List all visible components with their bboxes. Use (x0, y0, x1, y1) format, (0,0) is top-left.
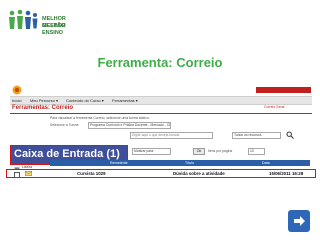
grid-header: Remetente Título Data (50, 160, 310, 166)
logo: MELHOR GESTÃO MELHOR ENSINO (6, 6, 66, 36)
table-row[interactable]: Cursista 1029 Dúvida sobre a atividade 1… (6, 169, 316, 178)
correio-geral-link[interactable]: Correio Geral (264, 105, 284, 109)
turma-select[interactable]: Programa Currículo e Prática Docente - M… (88, 122, 171, 129)
next-arrow-icon (294, 216, 305, 226)
row-date: 15/06/2011 16:28 (269, 171, 304, 176)
menu-ferramentas[interactable]: Ferramentas ▾ (112, 97, 138, 104)
menu-conteudo-do-curso[interactable]: Conteúdo do Curso ▾ (66, 97, 104, 104)
menu-meu-percurso[interactable]: Meu Percurso ▾ (30, 97, 58, 104)
mail-icon (25, 171, 32, 176)
items-per-page-label: Itens por página (208, 149, 233, 153)
row-sender: Cursista 1029 (77, 171, 106, 176)
search-icon[interactable] (286, 131, 294, 139)
row-subject[interactable]: Dúvida sobre a atividade (173, 170, 225, 177)
row-checkbox[interactable] (14, 171, 20, 178)
next-button[interactable] (288, 210, 310, 232)
turma-label: Selecione a Turma: (50, 123, 80, 127)
column-remetente[interactable]: Remetente (110, 160, 128, 166)
show-for-select[interactable]: Mostrar para (132, 148, 171, 155)
logo-line-2: MELHOR ENSINO (42, 23, 66, 36)
column-data[interactable]: Data (262, 160, 270, 166)
app-screenshot: Início Meu Percurso ▾ Conteúdo do Curso … (6, 85, 316, 195)
inbox-folder-text: Caixa de Entrada (1) (14, 148, 120, 160)
brand-bar (256, 87, 311, 93)
search-input[interactable]: Digite aqui o que deseja buscar (130, 132, 213, 139)
page-title: Ferramenta: Correio (97, 55, 223, 70)
search-filter-select[interactable]: Todos os recursos (232, 132, 281, 139)
items-per-page-select[interactable]: 10 (248, 148, 265, 155)
ok-button[interactable]: Ok (193, 148, 205, 155)
logo-people-icon (9, 9, 38, 29)
intro-text: Para visualizar a ferramenta Correio, se… (50, 116, 150, 120)
menu-bar: Início Meu Percurso ▾ Conteúdo do Curso … (10, 96, 312, 105)
app-logo-icon (12, 85, 22, 95)
menu-inicio[interactable]: Início (12, 97, 22, 104)
title-divider (10, 113, 312, 114)
app-page-title: Ferramentas: Correio (12, 105, 74, 111)
column-titulo[interactable]: Título (185, 160, 194, 166)
